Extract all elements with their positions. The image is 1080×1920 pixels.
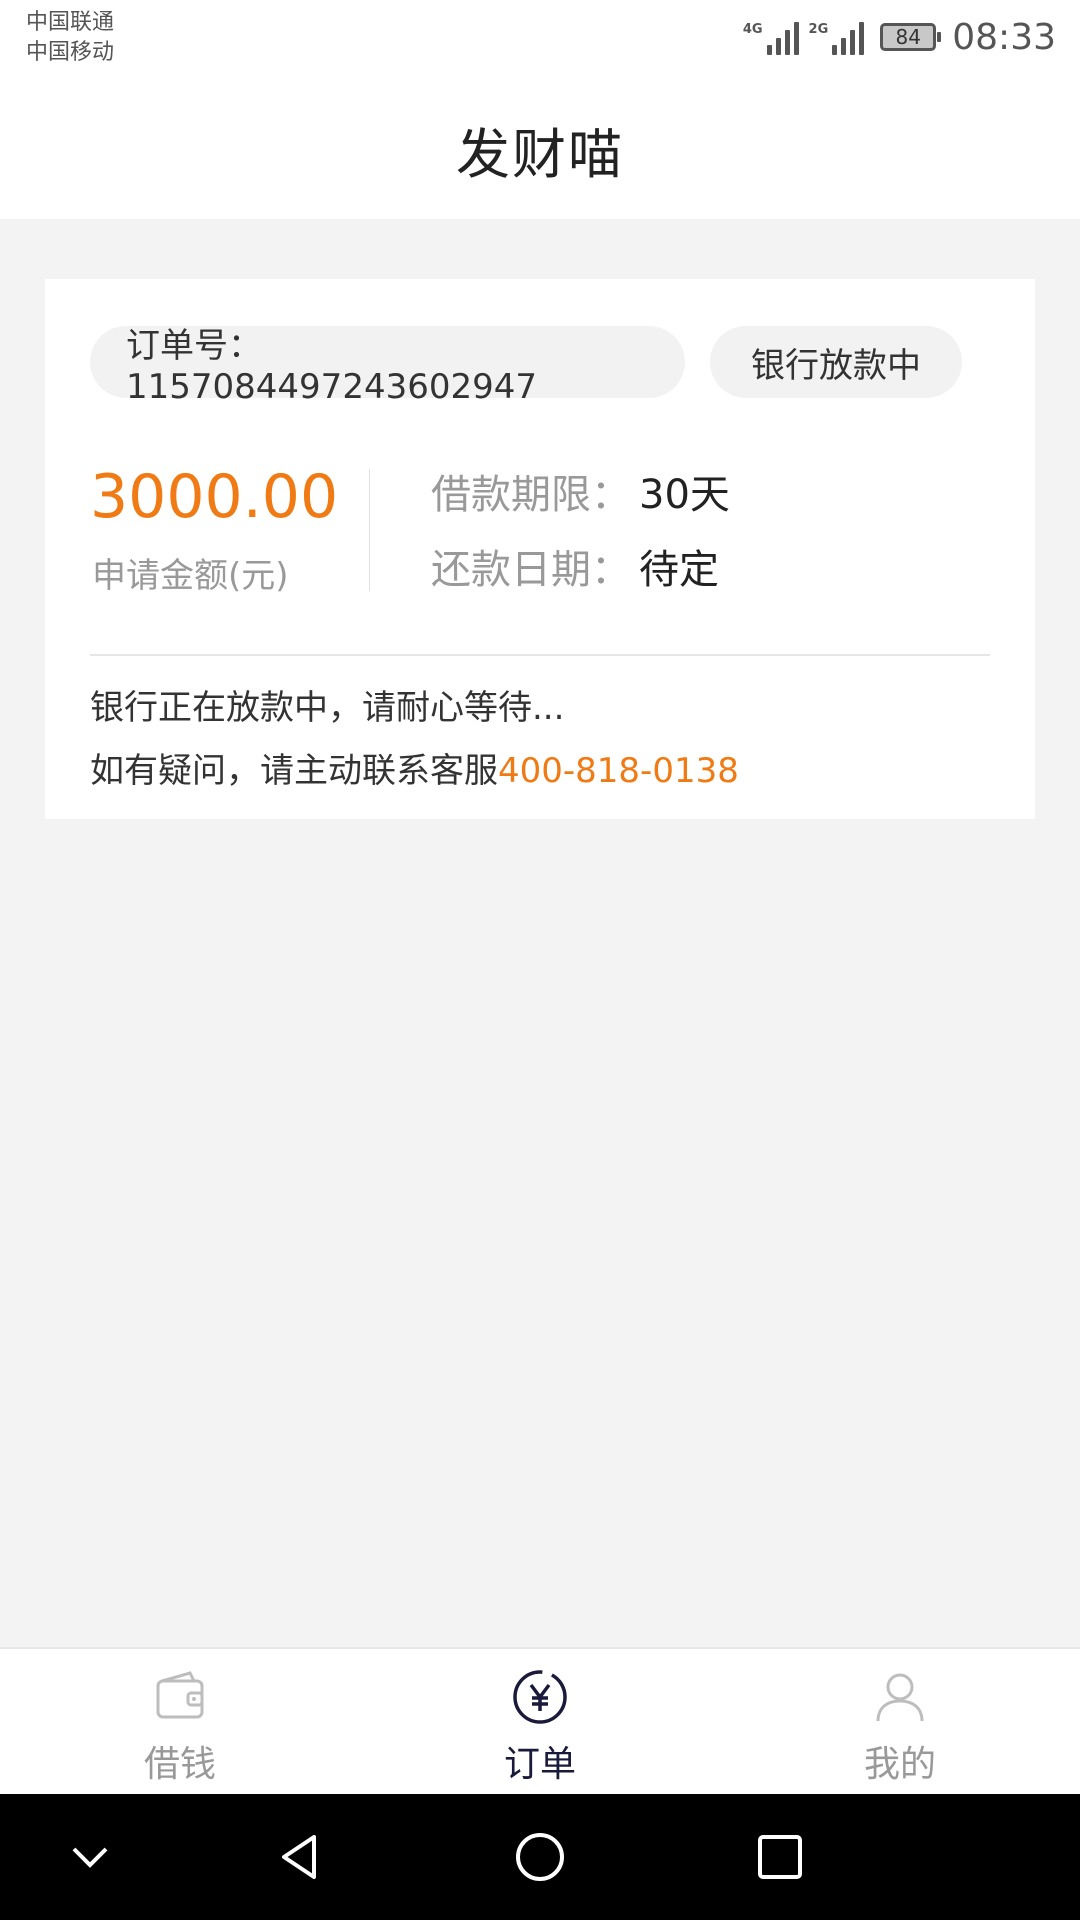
home-circle-icon[interactable] bbox=[510, 1827, 570, 1887]
customer-service-phone-link[interactable]: 400-818-0138 bbox=[498, 751, 739, 791]
page-title: 发财喵 bbox=[456, 123, 624, 186]
status-note: 银行正在放款中，请耐心等待... bbox=[90, 688, 565, 728]
tab-borrow[interactable]: 借钱 bbox=[80, 1649, 280, 1796]
status-bar: 中国联通 中国移动 4G 2G 84 08:33 bbox=[0, 0, 1080, 80]
tab-mine-label: 我的 bbox=[863, 1744, 936, 1785]
signal-2g-icon: 2G bbox=[809, 19, 865, 55]
vertical-divider bbox=[369, 469, 370, 591]
horizontal-divider bbox=[90, 654, 990, 656]
loan-term-row: 借款期限： 30天 bbox=[431, 467, 730, 523]
repay-date-label: 还款日期： bbox=[431, 547, 631, 593]
order-status-text: 银行放款中 bbox=[751, 345, 921, 386]
contact-note-text: 如有疑问，请主动联系客服 bbox=[90, 751, 498, 791]
network-type-2: 2G bbox=[808, 22, 829, 37]
tab-mine[interactable]: 我的 bbox=[800, 1649, 1000, 1796]
order-card[interactable]: 订单号：1157084497243602947 银行放款中 3000.00 申请… bbox=[45, 279, 1035, 819]
carrier-2: 中国移动 bbox=[26, 40, 115, 65]
network-type-1: 4G bbox=[742, 22, 763, 37]
title-bar: 发财喵 bbox=[0, 80, 1080, 219]
user-icon bbox=[876, 1673, 924, 1722]
clock: 08:33 bbox=[952, 16, 1056, 58]
repay-date-row: 还款日期： 待定 bbox=[431, 542, 719, 598]
recent-square-icon[interactable] bbox=[750, 1827, 810, 1887]
wallet-icon bbox=[156, 1671, 204, 1719]
yen-circle-icon bbox=[513, 1670, 567, 1724]
carrier-names: 中国联通 中国移动 bbox=[26, 8, 114, 68]
tab-orders-label: 订单 bbox=[503, 1744, 576, 1785]
signal-4g-icon: 4G bbox=[743, 19, 799, 55]
order-number: 订单号：1157084497243602947 bbox=[126, 325, 538, 407]
loan-amount-label: 申请金额(元) bbox=[92, 556, 289, 596]
bottom-nav: 借钱 订单 我的 bbox=[0, 1647, 1080, 1794]
loan-term-label: 借款期限： bbox=[431, 472, 631, 518]
status-indicators: 4G 2G 84 08:33 bbox=[743, 14, 1056, 60]
carrier-1: 中国联通 bbox=[26, 10, 115, 35]
back-triangle-icon[interactable] bbox=[270, 1827, 330, 1887]
contact-note: 如有疑问，请主动联系客服400-818-0138 bbox=[90, 747, 739, 795]
chevron-down-icon[interactable] bbox=[60, 1827, 120, 1887]
system-nav-bar bbox=[0, 1794, 1080, 1920]
order-status-badge: 银行放款中 bbox=[710, 326, 962, 398]
loan-amount: 3000.00 bbox=[90, 462, 339, 532]
loan-term-value: 30天 bbox=[639, 472, 730, 518]
battery-level: 84 bbox=[895, 25, 921, 49]
order-number-pill: 订单号：1157084497243602947 bbox=[90, 326, 685, 407]
tab-orders[interactable]: 订单 bbox=[440, 1649, 640, 1796]
tab-borrow-label: 借钱 bbox=[143, 1744, 216, 1785]
repay-date-value: 待定 bbox=[639, 547, 719, 593]
battery-icon: 84 bbox=[880, 23, 942, 51]
